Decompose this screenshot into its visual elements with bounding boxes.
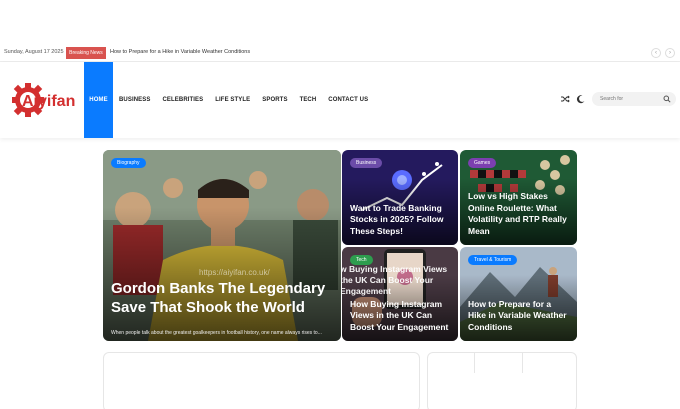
hero-article-card[interactable]: Biography https://aiyifan.co.uk/ Gordon … [103, 150, 341, 341]
widget-tab-divider [474, 353, 475, 373]
hero-excerpt: When people talk about the greatest goal… [111, 330, 322, 336]
games-category-badge[interactable]: Games [468, 158, 497, 168]
image-watermark: https://aiyifan.co.uk/ [199, 268, 270, 277]
article-card-travel[interactable]: Travel & Tourism How to Prepare for a Hi… [460, 247, 577, 341]
sidebar-widget-box [427, 352, 577, 409]
article-card-tech[interactable]: Tech w Buying Instagram Views the UK Can… [342, 247, 458, 341]
travel-category-badge[interactable]: Travel & Tourism [468, 255, 518, 265]
hero-title[interactable]: Gordon Banks The Legendary Save That Sho… [111, 279, 329, 317]
tech-image-overlay-text: w Buying Instagram Views the UK Can Boos… [342, 264, 448, 296]
games-card-title[interactable]: Low vs High Stakes Online Roulette: What… [468, 191, 569, 237]
widget-tab-divider [522, 353, 523, 373]
hero-category-badge[interactable]: Biography [111, 158, 146, 168]
travel-card-title[interactable]: How to Prepare for a Hike in Variable We… [468, 299, 569, 334]
business-card-title[interactable]: Want to Trade Banking Stocks in 2025? Fo… [350, 203, 450, 238]
article-card-games[interactable]: Games Low vs High Stakes Online Roulette… [460, 150, 577, 245]
article-card-business[interactable]: Business Want to Trade Banking Stocks in… [342, 150, 458, 245]
tech-card-title[interactable]: How Buying Instagram Views in the UK Can… [350, 299, 450, 334]
content-section-box [103, 352, 420, 409]
business-category-badge[interactable]: Business [350, 158, 383, 168]
featured-grid: Biography https://aiyifan.co.uk/ Gordon … [0, 0, 680, 409]
